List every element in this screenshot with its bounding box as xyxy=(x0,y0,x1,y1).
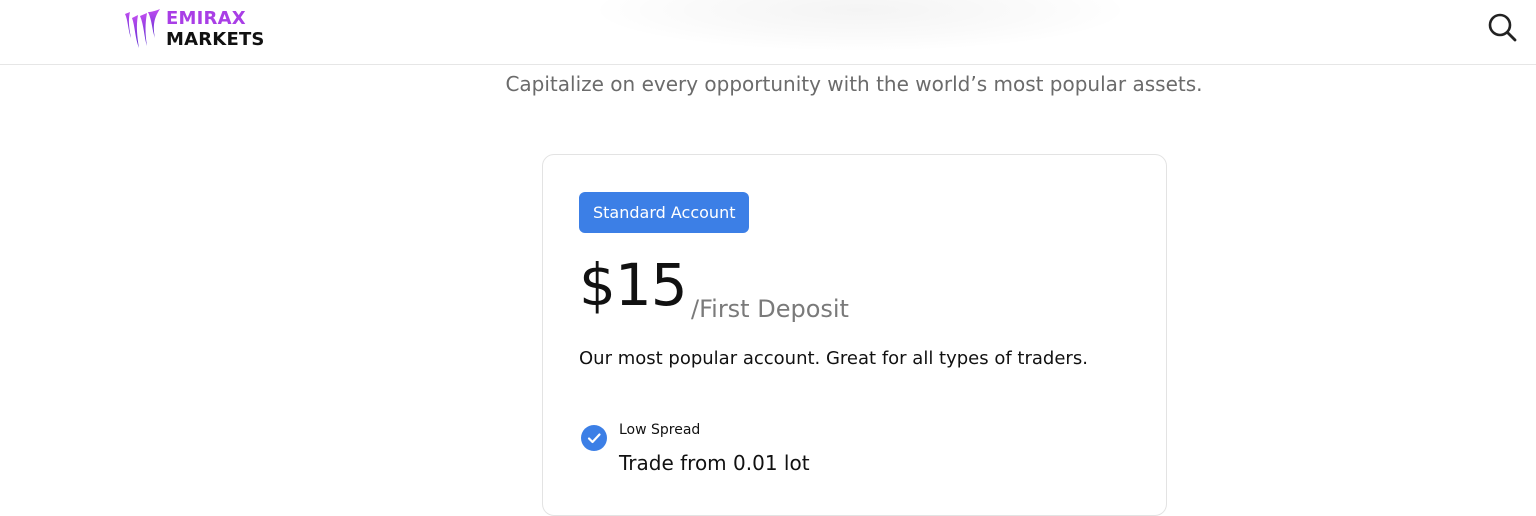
page-tagline: Capitalize on every opportunity with the… xyxy=(505,72,1203,96)
account-price: $15 xyxy=(579,251,688,319)
feature-label: Low Spread xyxy=(619,422,701,438)
account-type-badge[interactable]: Standard Account xyxy=(579,192,750,233)
search-button[interactable] xyxy=(1486,10,1520,44)
brand-logo[interactable]: EMIRAX MARKETS xyxy=(122,5,265,53)
brand-wordmark: EMIRAX MARKETS xyxy=(166,8,265,50)
emirax-logo-icon xyxy=(125,9,160,48)
check-circle-icon xyxy=(581,425,607,451)
brand-name-bottom: MARKETS xyxy=(166,29,265,50)
brand-name-top: EMIRAX xyxy=(166,8,246,29)
hero-image-shadow xyxy=(600,0,1120,50)
search-icon xyxy=(1488,13,1517,42)
account-description: Our most popular account. Great for all … xyxy=(579,348,1088,369)
site-header: EMIRAX MARKETS xyxy=(0,0,1536,65)
feature-value: Trade from 0.01 lot xyxy=(619,451,810,475)
price-suffix: /First Deposit xyxy=(691,295,849,323)
account-card: Standard Account $15 /First Deposit Our … xyxy=(542,154,1167,516)
